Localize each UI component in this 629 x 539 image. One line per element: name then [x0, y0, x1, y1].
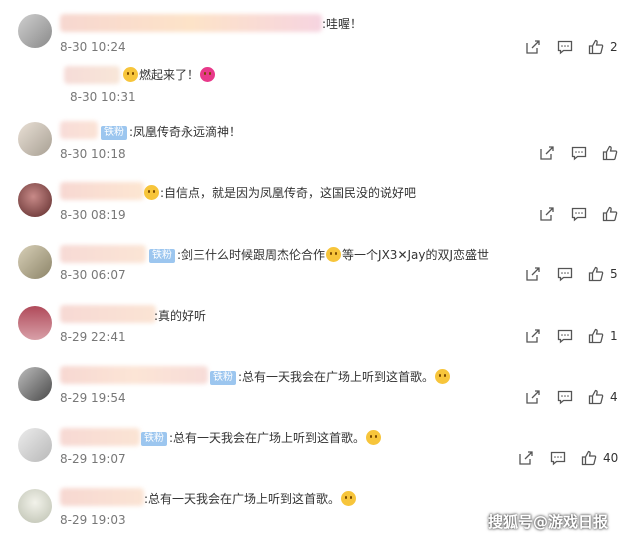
thumbs-up-icon[interactable] — [602, 145, 618, 161]
comment-text: :哇喔！ — [322, 17, 363, 31]
comment-text: :自信点，就是因为凤凰传奇，这国民没的说好吧 — [143, 185, 416, 201]
like-count: 2 — [610, 40, 618, 54]
comment-text: 铁粉:凤凰传奇永远滴神！ — [101, 124, 241, 140]
avatar[interactable] — [18, 367, 52, 401]
share-icon[interactable] — [539, 145, 555, 161]
timestamp: 8-30 06:07 — [60, 268, 126, 282]
username-blurred — [60, 121, 98, 139]
avatar[interactable] — [18, 14, 52, 48]
like-count: 1 — [610, 329, 618, 343]
comment-text: :总有一天我会在广场上听到这首歌。 — [144, 491, 357, 507]
timestamp: 8-30 10:18 — [60, 147, 126, 161]
comment-icon[interactable] — [557, 389, 573, 405]
share-icon[interactable] — [525, 266, 541, 282]
share-icon[interactable] — [525, 39, 541, 55]
username-blurred — [60, 366, 208, 384]
thumbs-up-icon[interactable] — [588, 266, 604, 282]
comment-text: 铁粉:剑三什么时候跟周杰伦合作 等一个JX3✕Jay的双J恋盛世 — [149, 247, 489, 263]
username-blurred — [60, 182, 144, 200]
timestamp: 8-30 08:19 — [60, 208, 126, 222]
crown-emoji-icon — [144, 185, 159, 200]
like-count: 5 — [610, 267, 618, 281]
thumbs-up-icon[interactable] — [581, 450, 597, 466]
avatar[interactable] — [18, 489, 52, 523]
reply-timestamp: 8-30 10:31 — [70, 90, 136, 104]
avatar[interactable] — [18, 122, 52, 156]
doge-emoji-icon — [435, 369, 451, 384]
sticker-emoji-icon — [200, 67, 216, 82]
avatar[interactable] — [18, 183, 52, 217]
doge-emoji-icon — [366, 430, 382, 445]
comment-text: 铁粉:总有一天我会在广场上听到这首歌。 — [141, 430, 382, 446]
doge-emoji-icon — [326, 247, 342, 262]
comment-icon[interactable] — [557, 328, 573, 344]
doge-emoji-icon — [341, 491, 357, 506]
thumbs-up-icon[interactable] — [588, 328, 604, 344]
share-icon[interactable] — [539, 206, 555, 222]
watermark: 搜狐号@游戏日报 — [488, 513, 609, 531]
username-blurred — [60, 245, 146, 263]
thumbs-up-icon[interactable] — [588, 39, 604, 55]
comment-icon[interactable] — [571, 145, 587, 161]
avatar[interactable] — [18, 245, 52, 279]
thumbs-up-icon[interactable] — [588, 389, 604, 405]
comment-icon[interactable] — [557, 39, 573, 55]
comment-icon[interactable] — [557, 266, 573, 282]
username-blurred — [60, 488, 144, 506]
share-icon[interactable] — [525, 328, 541, 344]
timestamp: 8-29 19:54 — [60, 391, 126, 405]
timestamp: 8-29 19:07 — [60, 452, 126, 466]
timestamp: 8-29 22:41 — [60, 330, 126, 344]
fan-badge: 铁粉 — [149, 249, 175, 263]
comment-text: 铁粉:总有一天我会在广场上听到这首歌。 — [210, 369, 451, 385]
crown-emoji-icon — [123, 67, 138, 82]
reply-text: 燃起来了！ — [122, 67, 216, 83]
thumbs-up-icon[interactable] — [602, 206, 618, 222]
fan-badge: 铁粉 — [101, 126, 127, 140]
timestamp: 8-29 19:03 — [60, 513, 126, 527]
comment-text: :真的好听 — [154, 309, 207, 323]
like-count: 4 — [610, 390, 618, 404]
share-icon[interactable] — [518, 450, 534, 466]
fan-badge: 铁粉 — [210, 371, 236, 385]
comment-icon[interactable] — [550, 450, 566, 466]
avatar[interactable] — [18, 428, 52, 462]
share-icon[interactable] — [525, 389, 541, 405]
comment-page: { "comments": [ {"text": ":哇喔！", "time":… — [0, 0, 629, 539]
fan-badge: 铁粉 — [141, 432, 167, 446]
username-blurred — [60, 305, 156, 323]
like-count: 40 — [603, 451, 619, 465]
username-blurred — [60, 428, 140, 446]
username-blurred — [60, 14, 322, 32]
timestamp: 8-30 10:24 — [60, 40, 126, 54]
reply-username-blurred — [64, 66, 120, 84]
avatar[interactable] — [18, 306, 52, 340]
comment-icon[interactable] — [571, 206, 587, 222]
